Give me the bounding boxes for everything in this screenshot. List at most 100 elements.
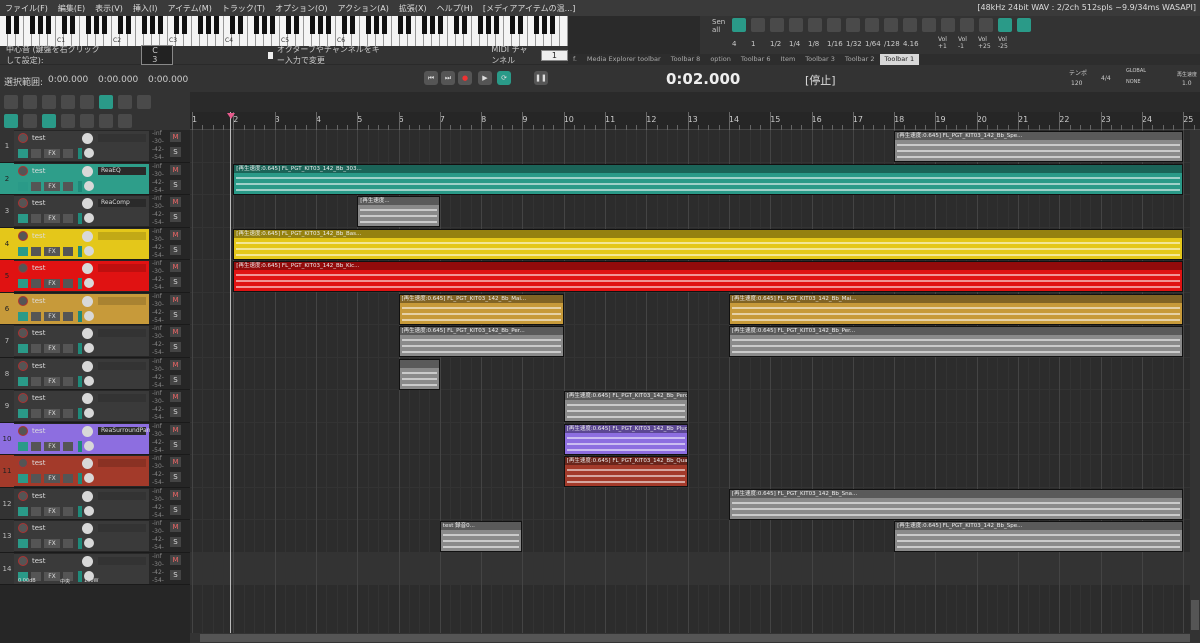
repeat-icon[interactable]: ⟳ [497,71,511,85]
fx-slot-empty[interactable] [98,459,146,467]
track-lane[interactable] [190,455,1190,488]
pan-knob[interactable] [84,343,94,353]
record-arm-icon[interactable] [18,360,28,371]
black-key[interactable] [117,16,123,34]
pan-knob[interactable] [84,473,94,483]
black-key[interactable] [477,16,483,34]
track-panel[interactable]: test FX ReaSurroundPan [14,423,151,454]
volume-knob[interactable] [82,360,93,372]
ripple-icon[interactable] [80,95,94,109]
fx-icon[interactable] [808,18,822,32]
track-row[interactable]: 1 test FX -inf -30- -42- -54- M S [0,130,190,163]
time-signature[interactable]: 4/4 [1101,75,1111,82]
black-key[interactable] [141,16,147,34]
track-name[interactable]: test [32,134,45,142]
fx-button[interactable]: FX [44,539,60,548]
volume-knob[interactable] [82,425,93,437]
fx-slot-empty[interactable] [98,361,146,370]
white-key[interactable] [560,16,568,46]
track-row[interactable]: 8 test FX -inf -30- -42- -54- M S [0,357,190,390]
record-arm-icon[interactable] [18,490,28,501]
grid-lines-icon[interactable] [80,114,94,128]
fx-button[interactable]: FX [44,571,60,581]
solo-button[interactable]: S [170,342,181,352]
tab-4[interactable]: Item [775,54,800,65]
black-key[interactable] [45,16,51,34]
media-item[interactable]: [再生速度:0.645] FL_PGT_KIT03_142_Bb_Perc... [563,391,688,422]
black-key[interactable] [213,16,219,34]
black-key[interactable] [5,16,11,34]
track-panel[interactable]: test FX [14,358,149,389]
envelope-icon[interactable] [31,441,41,451]
tab-7[interactable]: Toolbar 1 [879,54,920,65]
record-arm-icon[interactable] [18,425,28,436]
pan-knob[interactable] [84,538,94,548]
tab-6[interactable]: Toolbar 2 [840,54,880,65]
black-key[interactable] [373,16,379,34]
fx-button[interactable]: FX [44,344,60,353]
track-number[interactable]: 6 [0,292,14,324]
fx-button[interactable]: FX [44,311,60,321]
track-row[interactable]: 6 test FX -inf -30- -42- -54- M S [0,292,190,325]
volume-knob[interactable] [82,198,93,209]
piano-icon[interactable] [732,18,746,32]
mute-button[interactable]: M [170,489,181,500]
record-arm-icon[interactable] [18,263,28,273]
pan-knob[interactable] [84,375,94,386]
track-panel[interactable]: test FX [14,488,149,519]
volume-knob[interactable] [82,393,93,404]
mute-button[interactable]: M [170,522,181,532]
track-lane[interactable] [190,390,1190,423]
io-icon[interactable] [18,344,28,353]
mute-button[interactable]: M [170,294,181,305]
track-row[interactable]: 5 test FX -inf -30- -42- -54- M S [0,260,190,293]
grid-option[interactable]: 1/16 [827,40,843,48]
black-key[interactable] [533,16,539,34]
record-arm-icon[interactable] [18,523,28,533]
track-number[interactable]: 4 [0,227,14,259]
pan-knob[interactable] [84,408,94,418]
track-lane[interactable] [190,195,1190,228]
phase-icon[interactable] [63,409,73,418]
io-icon[interactable] [18,539,28,548]
menu-item-7[interactable]: アクション(A) [333,3,394,14]
io-icon[interactable] [18,311,28,321]
volume-knob[interactable] [82,295,93,307]
black-key[interactable] [237,16,243,34]
media-item[interactable]: [再生速度:0.645] FL_PGT_KIT03_142_Bb_Sna... [728,488,1184,520]
mute-button[interactable]: M [170,392,181,402]
track-panel[interactable]: test FX ReaEQ [14,163,149,194]
tab-2[interactable]: option [705,54,736,65]
track-name[interactable]: test [32,232,45,240]
phase-icon[interactable] [63,246,73,256]
track-name[interactable]: test [32,427,45,435]
grid-icon[interactable] [118,95,132,109]
track-lane[interactable] [190,357,1190,390]
envelope-icon[interactable] [31,376,41,386]
forward-icon[interactable] [960,18,974,32]
fx-button[interactable]: FX [44,149,60,158]
snap-icon[interactable] [137,95,151,109]
fx-slot-empty[interactable] [98,296,146,305]
io-icon[interactable] [18,149,28,158]
volume-knob[interactable] [82,490,93,502]
media-item[interactable]: test 録音0... [439,521,523,552]
fx-slot[interactable]: ReaSurroundPan [98,426,151,435]
io-icon[interactable] [18,279,28,288]
play-icon[interactable]: ▶ [478,71,492,85]
mute-button[interactable]: M [170,359,181,370]
octave-checkbox[interactable] [267,51,273,59]
track-name[interactable]: test [32,524,45,532]
grid-option[interactable]: 1 [751,40,755,48]
black-key[interactable] [493,16,499,34]
black-key[interactable] [269,16,275,34]
track-number[interactable]: 12 [0,487,14,519]
mute-button[interactable]: M [170,132,181,142]
media-item[interactable]: [再生速度:0.645] FL_PGT_KIT03_142_Bb_Mai... [398,293,564,325]
track-panel[interactable]: test FX [14,521,149,551]
track-number[interactable]: 11 [0,455,14,487]
pan-knob[interactable] [84,245,94,256]
black-key[interactable] [453,16,459,34]
goto-start-icon[interactable]: ⏮ [424,71,438,85]
volume-button[interactable]: Vol +25 [978,36,994,50]
